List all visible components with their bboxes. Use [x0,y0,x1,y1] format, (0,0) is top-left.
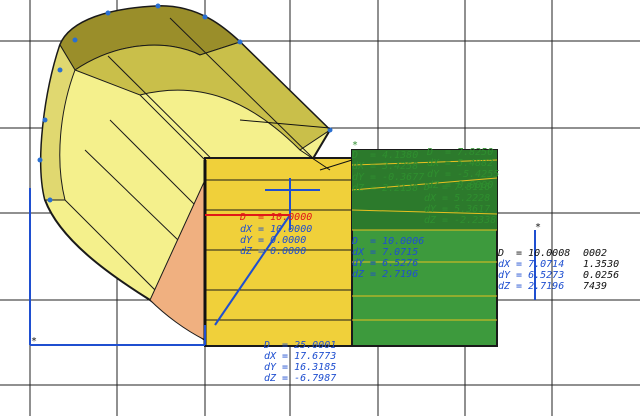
left-readout-dy: dY = 0.0000 [240,235,307,246]
left-readout-dx: dX = 10.0000 [240,224,313,235]
right-a-dz: dZ = 2.7196 [498,281,565,292]
mid-green-d: D = 7.8116 [424,182,491,193]
mid-green-dx: dX = 5.2228 [424,193,491,204]
bottom-readout-dy: dY = 16.3185 [264,362,337,373]
top-green-a-dx: dX = 3.4258 [352,161,419,172]
center-readout-d: D = 10.0006 [352,236,425,247]
bottom-readout-dz: dZ = -6.7987 [264,373,337,384]
right-a-d: D = 10.0008 [498,248,571,259]
center-readout-dz: dZ = 2.7196 [352,269,419,280]
top-green-a-dy: dY = -0.3677 [352,172,425,183]
top-green-b-dx: dX = 5.4882 [427,158,494,169]
mid-green-dz: dZ = -2.2338 [424,215,497,226]
right-star-marker: * [535,222,542,233]
3d-viewport[interactable]: * * * D = 10.0000 dX = 10.0000 dY = 0.00… [0,0,640,416]
right-a-dy: dY = 6.5273 [498,270,565,281]
left-readout-dz: dZ = 0.0000 [240,246,307,257]
right-b-dz: 7439 [583,281,608,292]
top-green-b-d: D = 7.8250 [427,147,494,158]
right-b-dy: 0.0256 [583,270,620,281]
top-green-b-dy: dY = -5.4255 [427,169,500,180]
right-a-dx: dX = 7.0714 [498,259,565,270]
left-star-marker: * [31,336,38,347]
top-green-a-dz: dZ = 2.2138 [352,183,419,194]
center-readout-dx: dX = 7.0715 [352,247,419,258]
center-readout-dy: dY = 6.5276 [352,258,419,269]
left-readout-d: D = 10.0000 [240,212,313,223]
top-green-a-d: D = 4.1380 [352,150,419,161]
bottom-readout-d: D = 25.0001 [264,340,337,351]
bottom-readout-dx: dX = 17.6773 [264,351,337,362]
mid-green-dy: dY = 5.3617 [424,204,491,215]
right-b-dx: 1.3530 [583,259,620,270]
right-b-d: 0002 [583,248,608,259]
